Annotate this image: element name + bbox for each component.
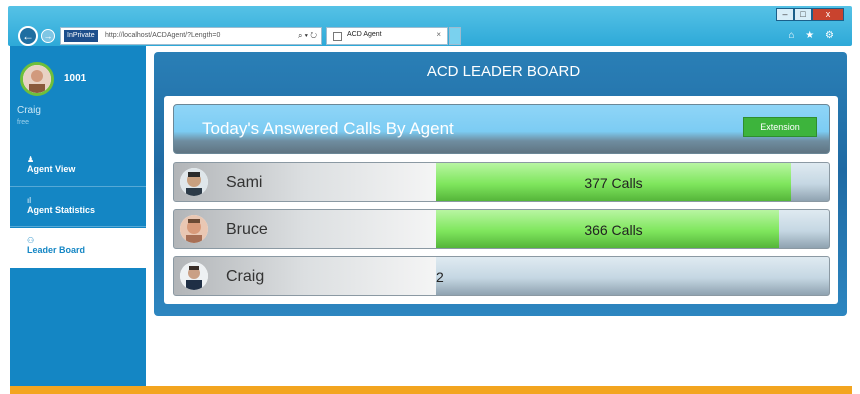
sidebar-item-label: Agent View xyxy=(27,164,76,174)
agent-name: Craig xyxy=(226,268,265,285)
close-window-button[interactable]: x xyxy=(812,8,844,21)
url-text[interactable]: http://localhost/ACDAgent/?Length=0 xyxy=(105,30,220,42)
address-bar[interactable]: InPrivate http://localhost/ACDAgent/?Len… xyxy=(60,27,322,45)
sidebar-divider xyxy=(10,226,146,227)
extension-button[interactable]: Extension xyxy=(743,117,817,137)
agent-avatar xyxy=(180,168,208,196)
app-frame: – □ x ← → InPrivate http://localhost/ACD… xyxy=(0,0,860,394)
browser-chrome: – □ x ← → InPrivate http://localhost/ACD… xyxy=(8,6,852,46)
back-button[interactable]: ← xyxy=(18,26,38,46)
sidebar-item-label: Agent Statistics xyxy=(27,205,96,215)
agent-row-sami: Sami 377 Calls xyxy=(173,162,830,202)
home-favorites-tools-icons[interactable]: ⌂ ★ ⚙ xyxy=(788,30,838,41)
agent-calls: 377 Calls xyxy=(584,175,643,191)
bar-chart-icon: ıl xyxy=(27,196,31,205)
agent-avatar xyxy=(180,262,208,290)
person-icon: ♟ xyxy=(27,155,35,164)
agent-avatar xyxy=(180,215,208,243)
user-status: free xyxy=(17,119,30,126)
page-title: ACD LEADER BOARD xyxy=(426,63,581,80)
group-icon: ⚇ xyxy=(27,236,35,245)
user-name: Craig xyxy=(17,105,41,116)
new-tab-button[interactable] xyxy=(449,27,461,45)
board-header-title: Today's Answered Calls By Agent xyxy=(202,119,454,138)
sidebar-item-agent-statistics[interactable]: ıl Agent Statistics xyxy=(10,188,146,228)
sidebar-item-agent-view[interactable]: ♟ Agent View xyxy=(10,147,146,187)
agent-name: Sami xyxy=(226,174,263,191)
minimize-button[interactable]: – xyxy=(776,8,794,21)
agent-row-craig: Craig 2 xyxy=(173,256,830,296)
tab-close-icon[interactable]: × xyxy=(436,30,441,39)
forward-button[interactable]: → xyxy=(41,29,55,43)
agent-row-bruce: Bruce 366 Calls xyxy=(173,209,830,249)
window-controls: – □ x xyxy=(776,8,844,21)
agent-name: Bruce xyxy=(226,221,268,238)
agent-calls: 366 Calls xyxy=(584,222,643,238)
tab-title: ACD Agent xyxy=(347,31,382,38)
inprivate-badge: InPrivate xyxy=(64,30,98,42)
agent-calls: 2 xyxy=(436,269,444,285)
browser-tab[interactable]: ACD Agent × xyxy=(326,27,448,45)
maximize-button[interactable]: □ xyxy=(794,8,812,21)
sidebar-divider xyxy=(10,186,146,187)
sidebar-item-leader-board[interactable]: ⚇ Leader Board xyxy=(10,228,146,268)
page-icon xyxy=(333,32,342,41)
search-refresh-icons[interactable]: ⌕ ▾ ↻ xyxy=(298,30,317,42)
sidebar-item-label: Leader Board xyxy=(27,245,86,255)
footer-bar xyxy=(10,386,852,394)
